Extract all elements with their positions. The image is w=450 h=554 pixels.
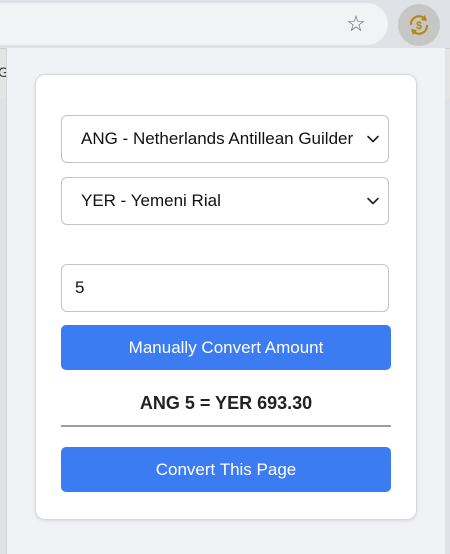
star-icon[interactable]: ☆ <box>343 11 369 37</box>
to-currency-select[interactable]: YER - Yemeni Rial <box>61 177 389 225</box>
extension-popup: ANG - Netherlands Antillean Guilder YER … <box>6 48 445 554</box>
extension-button[interactable]: $ <box>398 4 440 46</box>
from-currency-value: ANG - Netherlands Antillean Guilder <box>81 129 354 148</box>
address-bar[interactable] <box>0 3 388 45</box>
conversion-result: ANG 5 = YER 693.30 <box>139 393 313 413</box>
svg-text:$: $ <box>416 20 422 32</box>
converter-card: ANG - Netherlands Antillean Guilder YER … <box>35 74 417 520</box>
divider <box>61 425 391 427</box>
browser-toolbar: ☆ $ <box>0 0 450 48</box>
from-currency-select[interactable]: ANG - Netherlands Antillean Guilder <box>61 115 389 163</box>
to-currency-value: YER - Yemeni Rial <box>81 191 221 210</box>
convert-this-page-button[interactable]: Convert This Page <box>61 447 391 492</box>
chevron-down-icon <box>367 197 379 205</box>
manually-convert-amount-button[interactable]: Manually Convert Amount <box>61 325 391 370</box>
chevron-down-icon <box>367 135 379 143</box>
amount-input[interactable] <box>61 264 389 312</box>
currency-converter-extension-icon: $ <box>409 15 429 35</box>
